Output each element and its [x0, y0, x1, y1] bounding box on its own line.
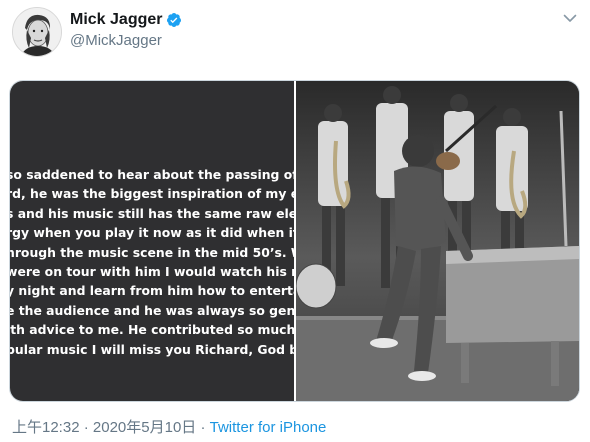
- notes-line: rgy when you play it now as it did when …: [10, 225, 294, 241]
- avatar[interactable]: [12, 7, 62, 57]
- notes-line: hrough the music scene in the mid 50’s. …: [10, 244, 294, 260]
- author-name[interactable]: Mick Jagger: [70, 11, 162, 29]
- photo-image[interactable]: [296, 81, 579, 401]
- notes-line: ith advice to me. He contributed so much…: [10, 322, 294, 338]
- notes-screenshot-image[interactable]: so saddened to hear about the passing of…: [10, 81, 294, 401]
- tweet-meta: 上午12:32 · 2020年5月10日 · Twitter for iPhon…: [12, 416, 326, 437]
- notes-line: rd, he was the biggest inspiration of my…: [10, 186, 294, 202]
- notes-line: y night and learn from him how to entert…: [10, 283, 294, 299]
- tweet-source-link[interactable]: Twitter for iPhone: [210, 419, 327, 436]
- verified-badge-icon: [167, 13, 182, 27]
- author-handle[interactable]: @MickJagger: [70, 32, 162, 49]
- tweet-date[interactable]: 2020年5月10日: [93, 419, 196, 436]
- author-name-row[interactable]: Mick Jagger: [70, 11, 182, 29]
- notes-line: were on tour with him I would watch his …: [10, 264, 294, 280]
- tweet-time[interactable]: 上午12:32: [12, 419, 80, 436]
- notes-line: s and his music still has the same raw e…: [10, 205, 294, 221]
- notes-text: so saddened to hear about the passing of…: [10, 165, 294, 359]
- notes-line: e the audience and he was always so gene: [10, 302, 294, 318]
- notes-line: pular music I will miss you Richard, God…: [10, 341, 294, 357]
- tweet-media[interactable]: so saddened to hear about the passing of…: [9, 80, 580, 402]
- notes-line: so saddened to hear about the passing of…: [10, 167, 294, 182]
- meta-separator: ·: [83, 419, 89, 436]
- band-photo-illustration: [296, 81, 579, 401]
- meta-separator: ·: [200, 419, 206, 436]
- chevron-down-icon[interactable]: [563, 11, 577, 25]
